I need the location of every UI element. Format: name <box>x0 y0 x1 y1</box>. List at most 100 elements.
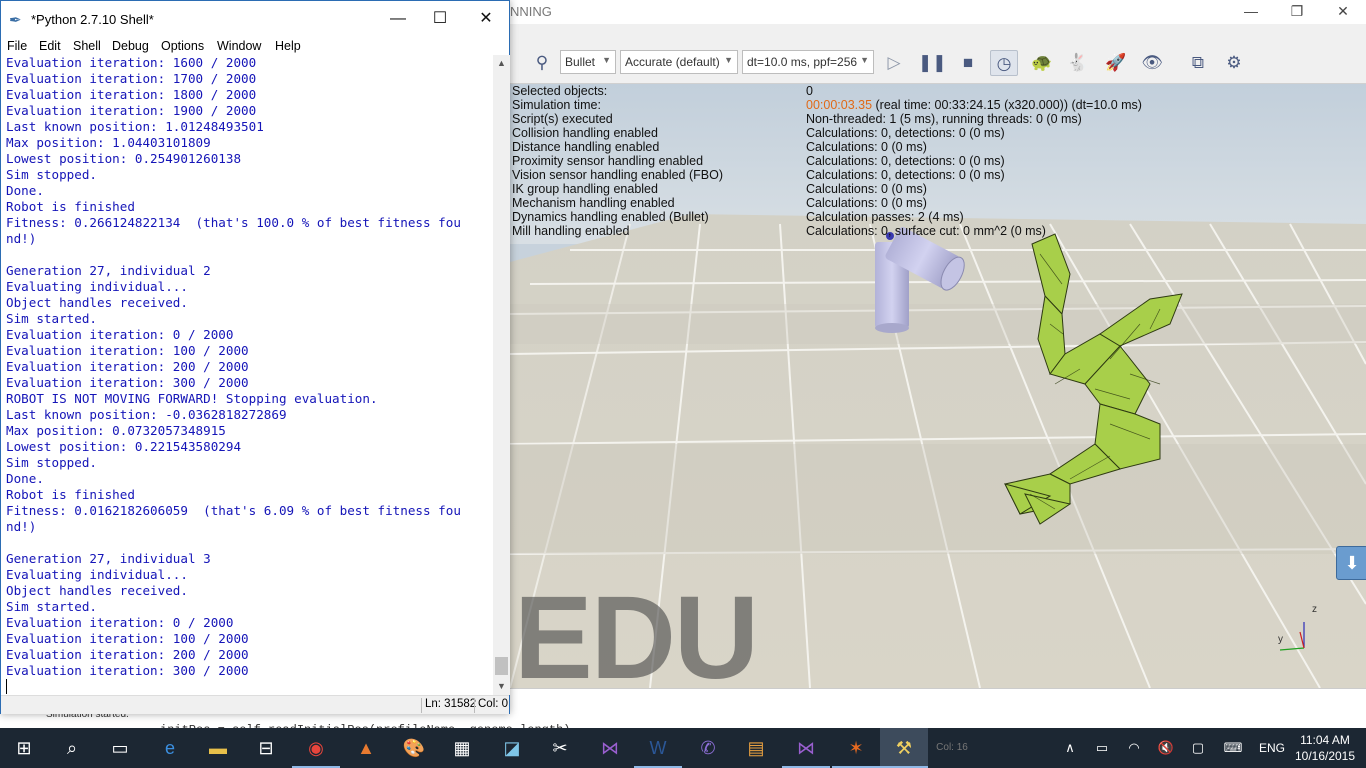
stop-icon[interactable]: ■ <box>954 50 982 76</box>
menu-options[interactable]: Options <box>161 39 204 53</box>
tools-icon[interactable]: ⚙ <box>1220 50 1248 76</box>
info-value: Calculations: 0 (0 ms) <box>806 140 927 154</box>
python-idle-icon[interactable]: ⚒ <box>880 728 928 768</box>
store-icon[interactable]: ⊟ <box>242 728 290 768</box>
info-row: Collision handling enabled Calculations: … <box>512 126 1362 140</box>
edge-browser-icon[interactable]: e <box>146 728 194 768</box>
download-arrow-icon[interactable]: ⬇ <box>1336 546 1366 580</box>
info-row: Dynamics handling enabled (Bullet) Calcul… <box>512 210 1362 224</box>
shell-output-line: Evaluation iteration: 300 / 2000 <box>6 375 249 390</box>
shell-output-line: Evaluation iteration: 200 / 2000 <box>6 359 249 374</box>
vrep-minimize-button[interactable]: — <box>1228 0 1274 24</box>
play-icon[interactable]: ▷ <box>880 50 908 76</box>
shell-output-line: Evaluation iteration: 1900 / 2000 <box>6 103 257 118</box>
pause-icon[interactable]: ❚❚ <box>918 50 947 76</box>
matlab-icon[interactable]: ▲ <box>342 728 390 768</box>
scroll-down-icon[interactable]: ▼ <box>493 678 510 695</box>
shell-output-line: Evaluation iteration: 0 / 2000 <box>6 615 234 630</box>
system-clock[interactable]: 11:04 AM 10/16/2015 <box>1288 732 1362 764</box>
keyboard-icon[interactable]: ⌨ <box>1218 728 1248 768</box>
info-value: 00:00:03.35 (real time: 00:33:24.15 (x32… <box>806 98 1142 112</box>
shell-close-button[interactable]: ✕ <box>463 9 509 31</box>
accuracy-select[interactable]: Accurate (default) ▼ <box>620 50 738 74</box>
shell-output-line: Sim started. <box>6 599 97 614</box>
visual-studio-icon[interactable]: ⋈ <box>586 728 634 768</box>
volume-muted-icon[interactable]: 🔇 <box>1154 728 1178 768</box>
shell-maximize-button[interactable]: ☐ <box>417 9 463 31</box>
shell-output-line: Last known position: -0.0362818272869 <box>6 407 287 422</box>
shell-output-line: Robot is finished <box>6 199 135 214</box>
search-icon[interactable]: ⌕ <box>48 728 96 768</box>
action-center-icon[interactable]: ▢ <box>1186 728 1210 768</box>
info-value: Calculations: 0 (0 ms) <box>806 182 927 196</box>
simulation-info-panel: Selected objects: 0 Simulation time: 00:00… <box>512 84 1362 238</box>
shell-output-line: Object handles received. <box>6 583 188 598</box>
info-value: Non-threaded: 1 (5 ms), running threads:… <box>806 112 1082 126</box>
word-icon[interactable]: W <box>634 728 682 768</box>
battery-icon[interactable]: ▭ <box>1090 728 1114 768</box>
info-value: 0 <box>806 84 813 98</box>
realtime-clock-icon[interactable]: ◷ <box>990 50 1018 76</box>
shell-title-bar[interactable]: ✒ *Python 2.7.10 Shell* — ☐ ✕ <box>1 1 509 39</box>
info-label: Dynamics handling enabled (Bullet) <box>512 210 709 224</box>
menu-edit[interactable]: Edit <box>39 39 61 53</box>
shell-output-line: nd!) <box>6 231 37 246</box>
paint-icon[interactable]: 🎨 <box>390 728 438 768</box>
show-hidden-icons-icon[interactable]: ∧ <box>1058 728 1082 768</box>
shell-output-line: ROBOT IS NOT MOVING FORWARD! Stopping ev… <box>6 391 378 406</box>
timestep-select[interactable]: dt=10.0 ms, ppf=256 ▼ <box>742 50 874 74</box>
input-language[interactable]: ENG <box>1254 728 1290 768</box>
shell-vertical-scrollbar[interactable]: ▲ ▼ <box>493 55 510 695</box>
info-label: Collision handling enabled <box>512 126 658 140</box>
shell-output-line: Evaluation iteration: 100 / 2000 <box>6 343 249 358</box>
scene-viewport[interactable]: Selected objects: 0 Simulation time: 00:00… <box>510 84 1366 688</box>
info-value: Calculations: 0, detections: 0 (0 ms) <box>806 154 1005 168</box>
clock-date: 10/16/2015 <box>1294 749 1356 763</box>
rabbit-faster-icon[interactable]: 🐇 <box>1064 50 1092 76</box>
info-label: Distance handling enabled <box>512 140 660 154</box>
vrep-close-button[interactable]: ✕ <box>1320 0 1366 24</box>
status-column-number: Col: 0 <box>474 698 508 713</box>
shell-output-line: Lowest position: 0.221543580294 <box>6 439 242 454</box>
shell-output-line: Robot is finished <box>6 487 135 502</box>
eye-icon[interactable]: 👁 <box>1138 50 1166 76</box>
shell-output-line: Max position: 1.04403101809 <box>6 135 211 150</box>
menu-window[interactable]: Window <box>217 39 261 53</box>
vrep-app-icon[interactable]: ✶ <box>832 728 880 768</box>
status-line-number: Ln: 31582 <box>421 698 476 713</box>
vrep-restore-button[interactable]: ❐ <box>1274 0 1320 24</box>
menu-help[interactable]: Help <box>275 39 301 53</box>
scroll-up-icon[interactable]: ▲ <box>493 55 510 72</box>
shell-output-line: Lowest position: 0.254901260138 <box>6 151 242 166</box>
menu-shell[interactable]: Shell <box>73 39 101 53</box>
calculator-icon[interactable]: ▦ <box>438 728 486 768</box>
windows-icon[interactable]: ⧉ <box>1184 50 1212 76</box>
probe-icon[interactable]: ⚲ <box>528 50 556 76</box>
notes-icon[interactable]: ◪ <box>488 728 536 768</box>
shell-output-area[interactable]: Evaluation iteration: 1600 / 2000 Evaluat… <box>1 55 493 695</box>
shell-output-line: Evaluation iteration: 0 / 2000 <box>6 327 234 342</box>
start-icon[interactable]: ⊞ <box>0 728 48 768</box>
physics-engine-select[interactable]: Bullet ▼ <box>560 50 616 74</box>
info-label: Script(s) executed <box>512 112 613 126</box>
info-label: Vision sensor handling enabled (FBO) <box>512 168 724 182</box>
menu-debug[interactable]: Debug <box>112 39 149 53</box>
axis-z-label: z <box>1312 604 1317 615</box>
tools-app-icon[interactable]: ✂ <box>536 728 584 768</box>
scroll-thumb[interactable] <box>495 657 508 675</box>
turtle-slower-icon[interactable]: 🐢 <box>1028 50 1056 76</box>
clock-time: 11:04 AM <box>1300 733 1350 747</box>
wifi-icon[interactable]: ◠ <box>1122 728 1146 768</box>
shell-output-line: Generation 27, individual 2 <box>6 263 211 278</box>
viber-icon[interactable]: ✆ <box>684 728 732 768</box>
info-row: Vision sensor handling enabled (FBO) Calc… <box>512 168 1362 182</box>
task-view-icon[interactable]: ▭ <box>96 728 144 768</box>
menu-file[interactable]: File <box>7 39 27 53</box>
real-time-value: (real time: 00:33:24.15 (x320.000)) (dt=… <box>872 98 1142 112</box>
grid-app-icon[interactable]: ▤ <box>732 728 780 768</box>
rocket-icon[interactable]: 🚀 <box>1102 50 1130 76</box>
file-explorer-icon[interactable]: ▬ <box>194 728 242 768</box>
visual-studio-2-icon[interactable]: ⋈ <box>782 728 830 768</box>
shell-minimize-button[interactable]: — <box>375 9 421 31</box>
chrome-icon[interactable]: ◉ <box>292 728 340 768</box>
